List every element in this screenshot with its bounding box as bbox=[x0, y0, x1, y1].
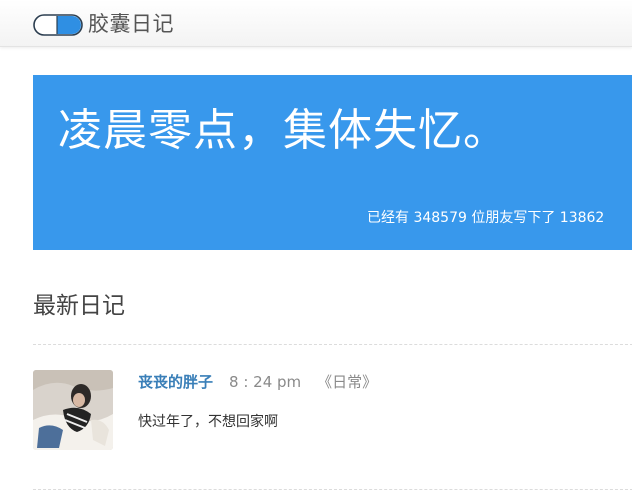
capsule-icon[interactable] bbox=[33, 14, 83, 36]
hero-title: 凌晨零点，集体失忆。 bbox=[58, 105, 508, 156]
entry-meta: 丧丧的胖子 8 : 24 pm 《日常》 bbox=[138, 372, 377, 392]
top-navigation-bar: 胶囊日记 bbox=[0, 0, 632, 47]
avatar-photo bbox=[33, 370, 113, 450]
entry-content: 快过年了，不想回家啊 bbox=[138, 414, 278, 430]
entry-category[interactable]: 《日常》 bbox=[317, 373, 377, 391]
section-title: 最新日记 bbox=[33, 293, 125, 319]
brand-name[interactable]: 胶囊日记 bbox=[88, 10, 174, 38]
section-divider bbox=[33, 344, 632, 345]
entry-author[interactable]: 丧丧的胖子 bbox=[138, 373, 213, 391]
avatar[interactable] bbox=[33, 370, 113, 450]
entry-time: 8 : 24 pm bbox=[229, 373, 302, 391]
hero-stats: 已经有 348579 位朋友写下了 13862 bbox=[367, 210, 605, 226]
entry-divider bbox=[33, 489, 632, 490]
hero-banner: 凌晨零点，集体失忆。 已经有 348579 位朋友写下了 13862 bbox=[33, 75, 632, 250]
